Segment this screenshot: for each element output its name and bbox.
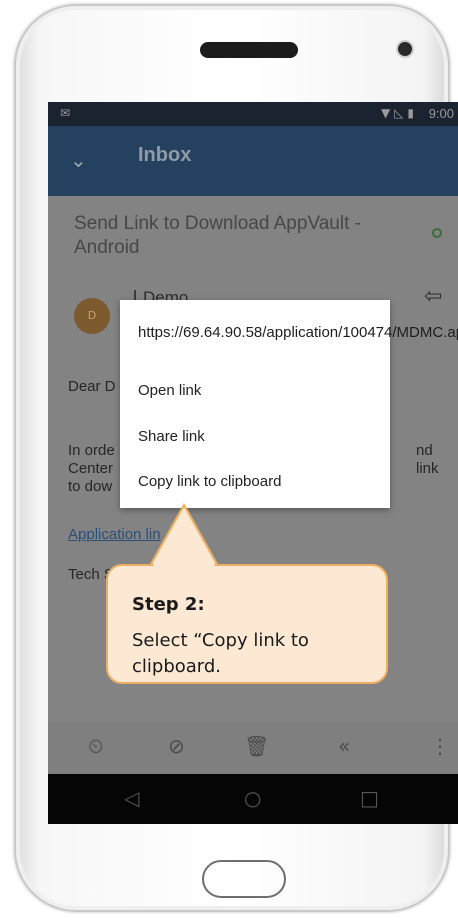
email-greeting: Dear D — [68, 378, 116, 395]
trash-icon[interactable]: 🗑 — [244, 734, 269, 758]
application-link[interactable]: Application lin — [68, 526, 161, 544]
recents-icon[interactable]: □ — [360, 786, 379, 810]
open-link-option[interactable]: Open link — [138, 382, 201, 399]
phone-frame: ✉ ▼◺▮ 9:00 ⌄ Inbox Send Link to Download… — [14, 4, 458, 912]
instruction-callout: Step 2: Select “Copy link to clipboard. — [106, 564, 388, 684]
more-vertical-icon[interactable]: ⋮ — [430, 734, 450, 758]
reply-all-icon[interactable]: « — [338, 734, 350, 758]
avatar: D — [74, 298, 110, 334]
signal-battery-icons: ▼◺▮ — [380, 106, 418, 120]
link-url: https://69.64.90.58/application/100474/M… — [138, 324, 458, 341]
app-bar: ⌄ Inbox — [48, 126, 458, 196]
link-context-menu: https://69.64.90.58/application/100474/M… — [120, 300, 458, 508]
snooze-icon[interactable]: ⏲ — [88, 734, 104, 758]
android-nav-bar: ◁ ○ □ — [48, 774, 458, 824]
callout-text: Select “Copy link to clipboard. — [132, 630, 309, 677]
chevron-down-icon[interactable]: ⌄ — [70, 148, 87, 172]
back-icon[interactable]: ◁ — [124, 786, 139, 810]
home-icon[interactable]: ○ — [244, 786, 261, 810]
app-bar-title: Inbox — [138, 144, 192, 166]
email-body-right: nd link — [416, 442, 439, 477]
copy-link-option[interactable]: Copy link to clipboard — [138, 473, 281, 490]
status-bar: ✉ ▼◺▮ 9:00 — [48, 102, 458, 126]
speaker-grille — [200, 42, 298, 58]
phone-screen: ✉ ▼◺▮ 9:00 ⌄ Inbox Send Link to Download… — [48, 102, 458, 824]
home-button[interactable] — [202, 860, 286, 898]
status-time: 9:00 — [428, 106, 454, 121]
reply-icon[interactable]: ⇦ — [424, 284, 442, 309]
email-subject: Send Link to Download AppVault - Android — [74, 213, 361, 258]
front-camera — [398, 42, 412, 56]
check-circle-icon[interactable]: ⊘ — [168, 734, 185, 758]
bottom-action-bar: ⏲ ⊘ 🗑 « ⋮ — [48, 722, 458, 774]
callout-heading: Step 2: — [132, 594, 205, 615]
email-body-left: In orde Center to dow — [68, 442, 115, 495]
status-dot-icon — [432, 228, 442, 238]
mail-notification-icon: ✉ — [60, 106, 71, 120]
share-link-option[interactable]: Share link — [138, 428, 205, 445]
